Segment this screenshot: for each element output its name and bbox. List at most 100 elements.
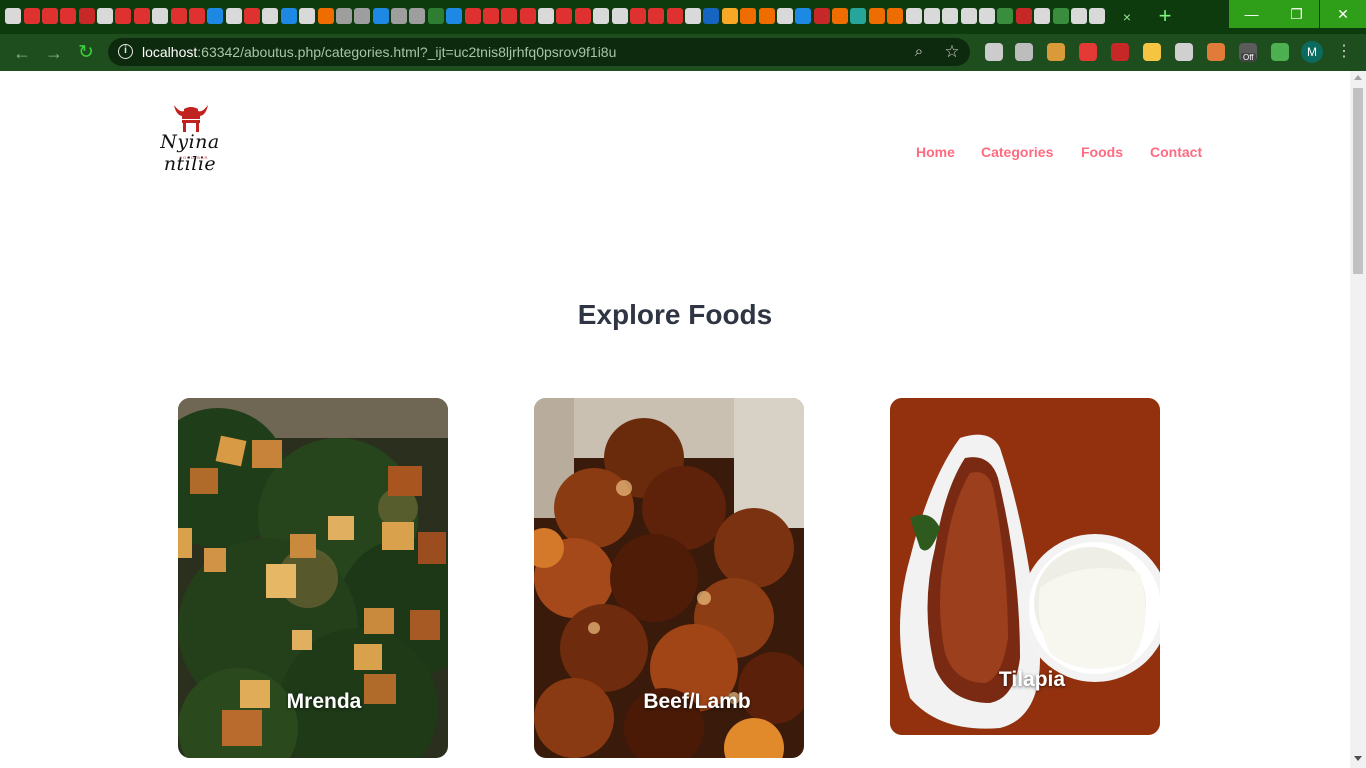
page-scrollbar[interactable]: [1350, 71, 1366, 768]
nav-foods-link[interactable]: Foods: [1081, 144, 1123, 160]
tab-favicon-icon[interactable]: [850, 8, 867, 24]
tab-favicon-icon[interactable]: [225, 8, 242, 24]
tab-favicon-icon[interactable]: [207, 8, 224, 24]
profile-avatar[interactable]: M: [1301, 41, 1323, 63]
tab-close-icon[interactable]: ×: [1118, 8, 1136, 26]
nav-home-link[interactable]: Home: [916, 144, 955, 160]
new-tab-button[interactable]: +: [1152, 5, 1178, 29]
window-restore-button[interactable]: ❐: [1274, 0, 1319, 28]
reload-icon[interactable]: ↻: [73, 40, 99, 66]
tab-favicon-icon[interactable]: [60, 8, 77, 24]
tab-favicon-icon[interactable]: [997, 8, 1014, 24]
tab-favicon-icon[interactable]: [666, 8, 683, 24]
category-title: Mrenda: [286, 690, 362, 713]
tab-favicon-icon[interactable]: [78, 8, 95, 24]
nav-contact-link[interactable]: Contact: [1150, 144, 1202, 160]
zoom-icon[interactable]: ⌕: [910, 43, 928, 61]
back-arrow-icon[interactable]: ←: [9, 40, 35, 66]
tab-favicon-icon[interactable]: [41, 8, 58, 24]
browser-menu-icon[interactable]: ⋮: [1336, 41, 1352, 63]
scroll-thumb[interactable]: [1353, 88, 1363, 274]
address-bar[interactable]: i localhost:63342/aboutus.php/categories…: [108, 38, 970, 66]
tab-favicon-icon[interactable]: [152, 8, 169, 24]
window-minimize-button[interactable]: —: [1229, 0, 1274, 28]
tab-favicon-icon[interactable]: [721, 8, 738, 24]
bookmark-star-icon[interactable]: ☆: [942, 42, 962, 62]
tab-favicon-icon[interactable]: [758, 8, 775, 24]
tab-favicon-icon[interactable]: [960, 8, 977, 24]
tab-favicon-icon[interactable]: [170, 8, 187, 24]
tab-favicon-icon[interactable]: [703, 8, 720, 24]
tab-favicon-icon[interactable]: [832, 8, 849, 24]
tab-favicon-icon[interactable]: [317, 8, 334, 24]
forward-arrow-icon[interactable]: →: [41, 40, 67, 66]
extension-icon[interactable]: [1271, 43, 1289, 61]
tab-favicon-icon[interactable]: [795, 8, 812, 24]
tab-favicon-icon[interactable]: [1070, 8, 1087, 24]
extension-icon[interactable]: [1015, 43, 1033, 61]
tab-favicon-icon[interactable]: [1034, 8, 1051, 24]
tab-favicon-icon[interactable]: [611, 8, 628, 24]
tab-favicon-icon[interactable]: [740, 8, 757, 24]
tab-favicon-icon[interactable]: [97, 8, 114, 24]
page-heading: Explore Foods: [577, 299, 773, 330]
extension-icon[interactable]: [985, 43, 1003, 61]
tab-favicon-icon[interactable]: [299, 8, 316, 24]
category-card-tilapia[interactable]: Tilapia: [890, 398, 1160, 735]
tab-favicon-icon[interactable]: [372, 8, 389, 24]
tab-favicon-icon[interactable]: [556, 8, 573, 24]
tab-favicon-icon[interactable]: [813, 8, 830, 24]
tab-favicon-icon[interactable]: [133, 8, 150, 24]
extension-icon[interactable]: [1143, 43, 1161, 61]
tab-favicon-icon[interactable]: [391, 8, 408, 24]
browser-tab-bar: × + — ❐ ✕: [0, 0, 1366, 34]
tab-favicon-icon[interactable]: [409, 8, 426, 24]
category-card-mrenda[interactable]: Mrenda: [178, 398, 448, 758]
tab-favicon-icon[interactable]: [905, 8, 922, 24]
tab-favicon-icon[interactable]: [115, 8, 132, 24]
tab-favicon-icon[interactable]: [923, 8, 940, 24]
extension-icon[interactable]: Off: [1239, 43, 1257, 62]
tab-favicon-icon[interactable]: [942, 8, 959, 24]
tab-favicon-icon[interactable]: [685, 8, 702, 24]
scroll-down-arrow-icon[interactable]: [1354, 756, 1362, 761]
tab-favicon-icon[interactable]: [538, 8, 555, 24]
tab-favicon-icon[interactable]: [1052, 8, 1069, 24]
tab-favicon-icon[interactable]: [887, 8, 904, 24]
tab-favicon-icon[interactable]: [629, 8, 646, 24]
tab-favicon-icon[interactable]: [593, 8, 610, 24]
tab-favicon-icon[interactable]: [446, 8, 463, 24]
extension-icon[interactable]: [1079, 43, 1097, 61]
tab-favicon-icon[interactable]: [482, 8, 499, 24]
tab-favicon-icon[interactable]: [501, 8, 518, 24]
address-path: :63342/aboutus.php/categories.html?_ijt=…: [197, 44, 617, 60]
tab-favicon-icon[interactable]: [427, 8, 444, 24]
tab-favicon-icon[interactable]: [1089, 8, 1106, 24]
tab-favicon-icon[interactable]: [280, 8, 297, 24]
address-url[interactable]: localhost:63342/aboutus.php/categories.h…: [142, 44, 616, 60]
tab-favicon-icon[interactable]: [335, 8, 352, 24]
tab-favicon-icon[interactable]: [868, 8, 885, 24]
extension-icon[interactable]: [1207, 43, 1225, 61]
category-card-beef-lamb[interactable]: Beef/Lamb: [534, 398, 804, 758]
tab-favicon-icon[interactable]: [1015, 8, 1032, 24]
tab-favicon-icon[interactable]: [354, 8, 371, 24]
tab-favicon-icon[interactable]: [262, 8, 279, 24]
tab-favicon-icon[interactable]: [23, 8, 40, 24]
extension-icon[interactable]: [1175, 43, 1193, 61]
site-info-icon[interactable]: i: [118, 44, 133, 59]
tab-favicon-icon[interactable]: [5, 8, 22, 24]
extension-icon[interactable]: [1111, 43, 1129, 61]
tab-favicon-icon[interactable]: [648, 8, 665, 24]
window-close-button[interactable]: ✕: [1320, 0, 1366, 28]
tab-favicon-icon[interactable]: [519, 8, 536, 24]
tab-favicon-icon[interactable]: [574, 8, 591, 24]
tab-favicon-icon[interactable]: [188, 8, 205, 24]
tab-favicon-icon[interactable]: [464, 8, 481, 24]
scroll-up-arrow-icon[interactable]: [1354, 75, 1362, 80]
tab-favicon-icon[interactable]: [244, 8, 261, 24]
extension-icon[interactable]: [1047, 43, 1065, 61]
tab-favicon-icon[interactable]: [979, 8, 996, 24]
tab-favicon-icon[interactable]: [776, 8, 793, 24]
nav-categories-link[interactable]: Categories: [981, 144, 1053, 160]
